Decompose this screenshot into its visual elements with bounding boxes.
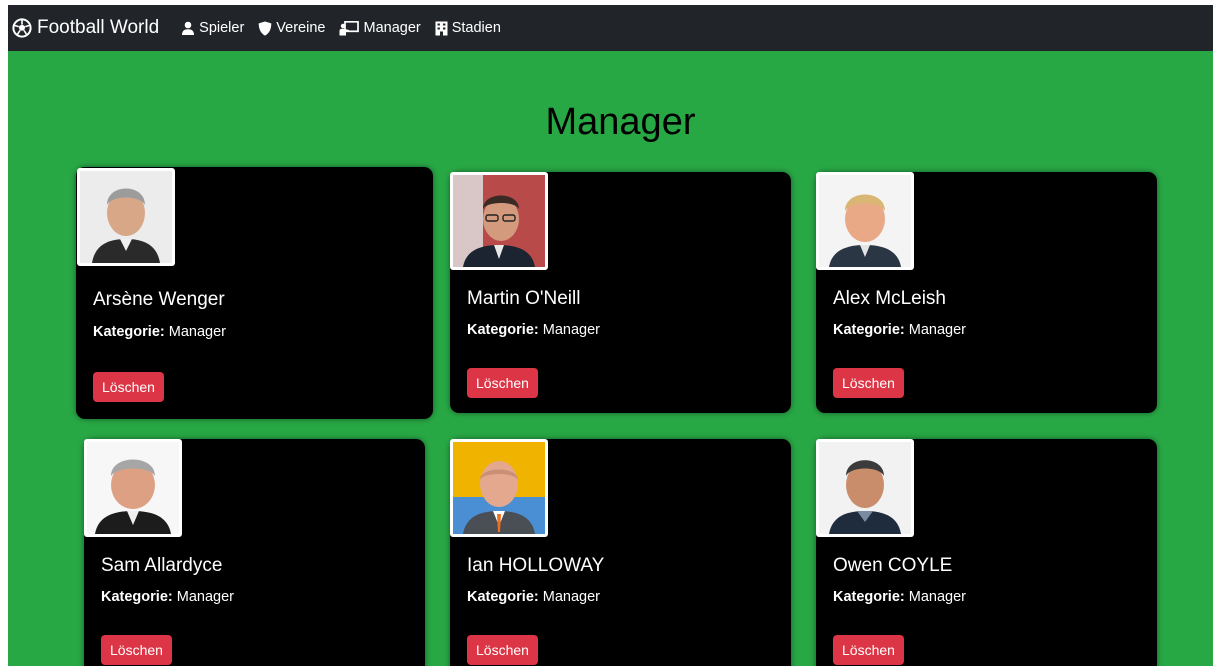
nav-label: Stadien [451,20,501,36]
building-icon [435,21,448,36]
manager-category: Kategorie: Manager [101,589,234,605]
manager-photo [450,172,548,270]
manager-category: Kategorie: Manager [833,589,966,605]
delete-button[interactable]: Löschen [93,372,164,402]
manager-photo [816,439,914,537]
category-label: Kategorie: [93,324,165,340]
manager-photo [816,172,914,270]
delete-button[interactable]: Löschen [467,635,538,665]
manager-card: Martin O'Neill Kategorie: Manager Lösche… [450,172,791,413]
manager-name: Ian HOLLOWAY [467,555,605,576]
manager-photo [77,168,175,266]
manager-photo-image [87,442,179,534]
top-navbar: Football World Spieler Vereine Manager S… [8,5,1213,51]
brand-link[interactable]: Football World [12,17,159,39]
manager-category: Kategorie: Manager [467,589,600,605]
category-label: Kategorie: [467,322,539,338]
manager-photo [450,439,548,537]
page-title: Manager [545,101,696,143]
nav-label: Manager [363,20,421,36]
nav-label: Vereine [276,20,326,36]
delete-button[interactable]: Löschen [833,635,904,665]
manager-name: Alex McLeish [833,288,946,309]
manager-name: Martin O'Neill [467,288,581,309]
category-value: Manager [908,589,966,605]
brand-text: Football World [37,17,160,38]
manager-photo-image [453,175,545,267]
presentation-icon [339,20,360,36]
delete-button[interactable]: Löschen [833,368,904,398]
manager-card: Sam Allardyce Kategorie: Manager Löschen [84,439,425,666]
category-value: Manager [908,322,966,338]
football-icon [12,18,32,38]
manager-card: Alex McLeish Kategorie: Manager Löschen [816,172,1157,413]
manager-category: Kategorie: Manager [93,324,226,340]
manager-card: Ian HOLLOWAY Kategorie: Manager Löschen [450,439,791,666]
manager-name: Arsène Wenger [93,289,225,310]
main-content: Manager Arsène Wenger Kategorie: Manager… [8,51,1213,666]
category-label: Kategorie: [467,589,539,605]
manager-category: Kategorie: Manager [467,322,600,338]
shield-icon [258,21,272,36]
user-icon [181,21,195,35]
manager-photo-image [819,175,911,267]
nav-item-manager[interactable]: Manager [339,20,421,36]
manager-card: Arsène Wenger Kategorie: Manager Löschen [76,167,433,419]
category-label: Kategorie: [101,589,173,605]
manager-category: Kategorie: Manager [833,322,966,338]
category-value: Manager [168,324,226,340]
delete-button[interactable]: Löschen [467,368,538,398]
category-value: Manager [542,589,600,605]
category-value: Manager [176,589,234,605]
manager-photo [84,439,182,537]
manager-photo-image [80,171,172,263]
manager-card: Owen COYLE Kategorie: Manager Löschen [816,439,1157,666]
delete-button[interactable]: Löschen [101,635,172,665]
nav-item-stadien[interactable]: Stadien [435,20,501,36]
manager-name: Owen COYLE [833,555,953,576]
nav-label: Spieler [199,20,245,36]
category-label: Kategorie: [833,322,905,338]
manager-photo-image [453,442,545,534]
nav-item-vereine[interactable]: Vereine [258,20,325,36]
nav-item-spieler[interactable]: Spieler [181,20,244,36]
manager-photo-image [819,442,911,534]
category-label: Kategorie: [833,589,905,605]
category-value: Manager [542,322,600,338]
manager-name: Sam Allardyce [101,555,223,576]
